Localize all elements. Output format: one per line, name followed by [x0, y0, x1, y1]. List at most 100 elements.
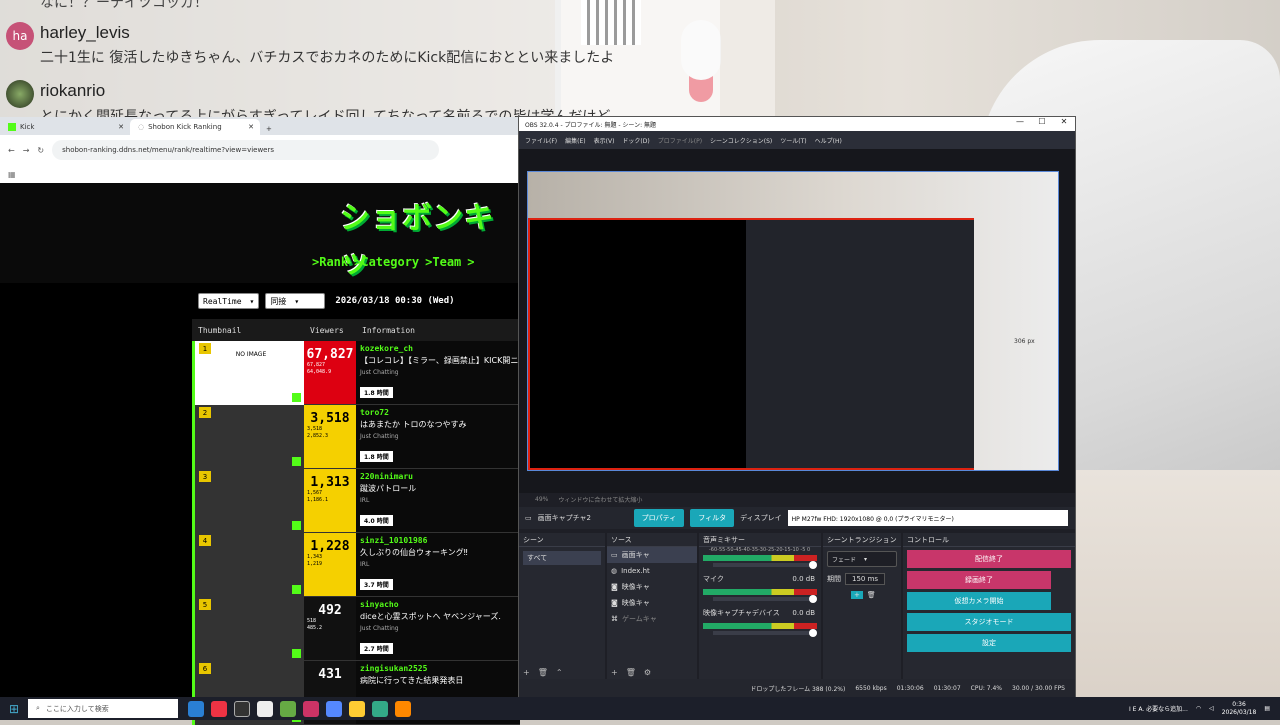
- nav-team[interactable]: >Team: [425, 255, 461, 269]
- reload-icon[interactable]: ↻: [37, 146, 44, 155]
- nav-category[interactable]: >Category: [354, 255, 419, 269]
- studio-mode-button[interactable]: スタジオモード: [907, 613, 1071, 631]
- mode-select[interactable]: RealTime ▾: [198, 293, 260, 309]
- add-icon[interactable]: +: [611, 668, 618, 677]
- close-icon[interactable]: ✕: [248, 123, 254, 131]
- up-icon[interactable]: ⌃: [556, 668, 563, 677]
- group-select[interactable]: 同接 ▾: [265, 293, 326, 309]
- zoom-hint[interactable]: ウィンドウに合わせて拡大縮小: [558, 495, 642, 504]
- trash-icon[interactable]: 🗑: [538, 668, 548, 677]
- trash-icon[interactable]: 🗑: [626, 668, 636, 677]
- preview-canvas[interactable]: 306 px: [527, 171, 1059, 471]
- clock[interactable]: 0:36 2026/03/18: [1222, 701, 1257, 717]
- minimize-icon[interactable]: —: [1009, 117, 1031, 126]
- menu-scene-collection[interactable]: シーンコレクション(S): [710, 136, 772, 145]
- tab-ranking[interactable]: ◌ Shobon Kick Ranking ✕: [130, 119, 260, 135]
- channel-name[interactable]: sinzi_10101986: [360, 536, 516, 545]
- app-icon[interactable]: [303, 700, 319, 717]
- menu-edit[interactable]: 編集(E): [565, 136, 585, 145]
- source-toolbar: ▭ 画面キャプチャ2 プロパティ フィルタ ディスプレイ HP M27fw FH…: [519, 507, 1075, 529]
- nav-rank[interactable]: >Rank: [312, 255, 348, 269]
- stop-recording-button[interactable]: 録画終了: [907, 571, 1051, 589]
- gear-icon[interactable]: ⚙: [644, 668, 651, 677]
- selected-source-box[interactable]: [528, 218, 974, 470]
- stream-thumbnail[interactable]: 4: [192, 533, 304, 597]
- table-row[interactable]: 3 1,313 1,567 1,186.1 220ninimaru 蹴波パトロール IRL 4…: [192, 469, 520, 533]
- controls-dock: コントロール 配信終了 録画終了 仮想カメラ開始 スタジオモード 設定: [903, 533, 1075, 679]
- transition-select[interactable]: フェード ▾: [827, 551, 897, 567]
- menu-tools[interactable]: ツール(T): [780, 136, 806, 145]
- channel-name[interactable]: toro72: [360, 408, 516, 417]
- stop-stream-button[interactable]: 配信終了: [907, 550, 1071, 568]
- wifi-icon[interactable]: ◠: [1196, 705, 1201, 712]
- windows-start-icon[interactable]: ⊞: [0, 697, 28, 720]
- add-icon[interactable]: +: [851, 591, 863, 599]
- volume-icon[interactable]: ◁: [1209, 705, 1214, 712]
- capcut-icon[interactable]: [257, 700, 273, 717]
- tab-kick[interactable]: Kick ✕: [0, 119, 130, 135]
- apps-icon[interactable]: ▦: [8, 170, 16, 179]
- menu-docks[interactable]: ドック(D): [622, 136, 649, 145]
- channel-name[interactable]: 220ninimaru: [360, 472, 516, 481]
- tray-notification[interactable]: I E A. 必要なら追加...: [1129, 704, 1188, 713]
- taskbar-search[interactable]: ⌕ ここに入力して検索: [28, 699, 178, 718]
- source-label: 画面キャ: [621, 551, 650, 559]
- new-tab-button[interactable]: +: [260, 125, 278, 135]
- table-row[interactable]: 5 492 518 485.2 sinyacho diceと心霊スポットへ ヤベンジャーズ…: [192, 597, 520, 661]
- source-item[interactable]: ◍ Index.ht: [607, 563, 697, 579]
- edge-icon[interactable]: [188, 700, 204, 717]
- url-input[interactable]: shobon-ranking.ddns.net/menu/rank/realti…: [52, 140, 439, 160]
- table-row[interactable]: 1 NO IMAGE 67,827 67,827 64,048.9 kozekore_ch…: [192, 341, 520, 405]
- volume-slider[interactable]: [713, 629, 817, 637]
- notification-icon[interactable]: ▤: [1264, 705, 1270, 712]
- menu-profile[interactable]: プロファイル(P): [658, 136, 702, 145]
- stream-thumbnail[interactable]: 1 NO IMAGE: [192, 341, 304, 405]
- source-item[interactable]: ◙ 映像キャ: [607, 595, 697, 611]
- obs-menubar: ファイル(F) 編集(E) 表示(V) ドック(D) プロファイル(P) シーン…: [519, 131, 1075, 149]
- filters-button[interactable]: フィルタ: [690, 509, 735, 527]
- app-icon[interactable]: [372, 700, 388, 717]
- nav-more[interactable]: >: [467, 255, 474, 269]
- app-icon[interactable]: [395, 700, 411, 717]
- app-icon[interactable]: [280, 700, 296, 717]
- category-tag: Just Chatting: [360, 369, 399, 376]
- close-icon[interactable]: ✕: [1053, 117, 1075, 126]
- stream-thumbnail[interactable]: 5: [192, 597, 304, 661]
- table-row[interactable]: 4 1,228 1,343 1,219 sinzi_10101986 久しぶりの仙台ウォー…: [192, 533, 520, 597]
- table-row[interactable]: 2 3,518 3,518 2,852.3 toro72 はあまたか トロのなつやすみ Ju…: [192, 405, 520, 469]
- source-item[interactable]: ⌘ ゲームキャ: [607, 611, 697, 627]
- folder-icon[interactable]: [349, 700, 365, 717]
- viewer-count: 492: [318, 603, 342, 618]
- virtual-camera-button[interactable]: 仮想カメラ開始: [907, 592, 1051, 610]
- zoom-value[interactable]: 49%: [535, 496, 548, 503]
- kick-icon: [292, 585, 301, 594]
- back-icon[interactable]: ←: [8, 146, 15, 155]
- stream-thumbnail[interactable]: 3: [192, 469, 304, 533]
- menu-view[interactable]: 表示(V): [594, 136, 615, 145]
- forward-icon[interactable]: →: [23, 146, 30, 155]
- trash-icon[interactable]: 🗑: [867, 591, 876, 599]
- properties-button[interactable]: プロパティ: [633, 509, 685, 527]
- channel-name[interactable]: zingisukan2525: [360, 664, 516, 673]
- channel-name[interactable]: kozekore_ch: [360, 344, 516, 353]
- volume-slider[interactable]: [713, 561, 817, 569]
- close-icon[interactable]: ✕: [118, 123, 124, 131]
- chrome-icon[interactable]: [211, 700, 227, 717]
- channel-name[interactable]: sinyacho: [360, 600, 516, 609]
- menu-file[interactable]: ファイル(F): [525, 136, 557, 145]
- maximize-icon[interactable]: ☐: [1031, 117, 1053, 126]
- obs-icon[interactable]: [234, 700, 250, 717]
- obs-preview[interactable]: 306 px: [519, 149, 1075, 497]
- add-icon[interactable]: +: [523, 668, 530, 677]
- settings-button[interactable]: 設定: [907, 634, 1071, 652]
- stream-thumbnail[interactable]: 2: [192, 405, 304, 469]
- source-item[interactable]: ▭ 画面キャ: [607, 547, 697, 563]
- steam-icon[interactable]: [326, 700, 342, 717]
- source-item[interactable]: ◙ 映像キャ: [607, 579, 697, 595]
- scene-item[interactable]: すべて: [523, 551, 601, 565]
- duration-input[interactable]: 150 ms: [845, 573, 886, 585]
- volume-slider[interactable]: [713, 595, 817, 603]
- rank-badge: 1: [199, 343, 211, 354]
- display-select[interactable]: HP M27fw FHD: 1920x1080 @ 0,0 (プライマリモニター…: [787, 510, 1068, 526]
- menu-help[interactable]: ヘルプ(H): [815, 136, 842, 145]
